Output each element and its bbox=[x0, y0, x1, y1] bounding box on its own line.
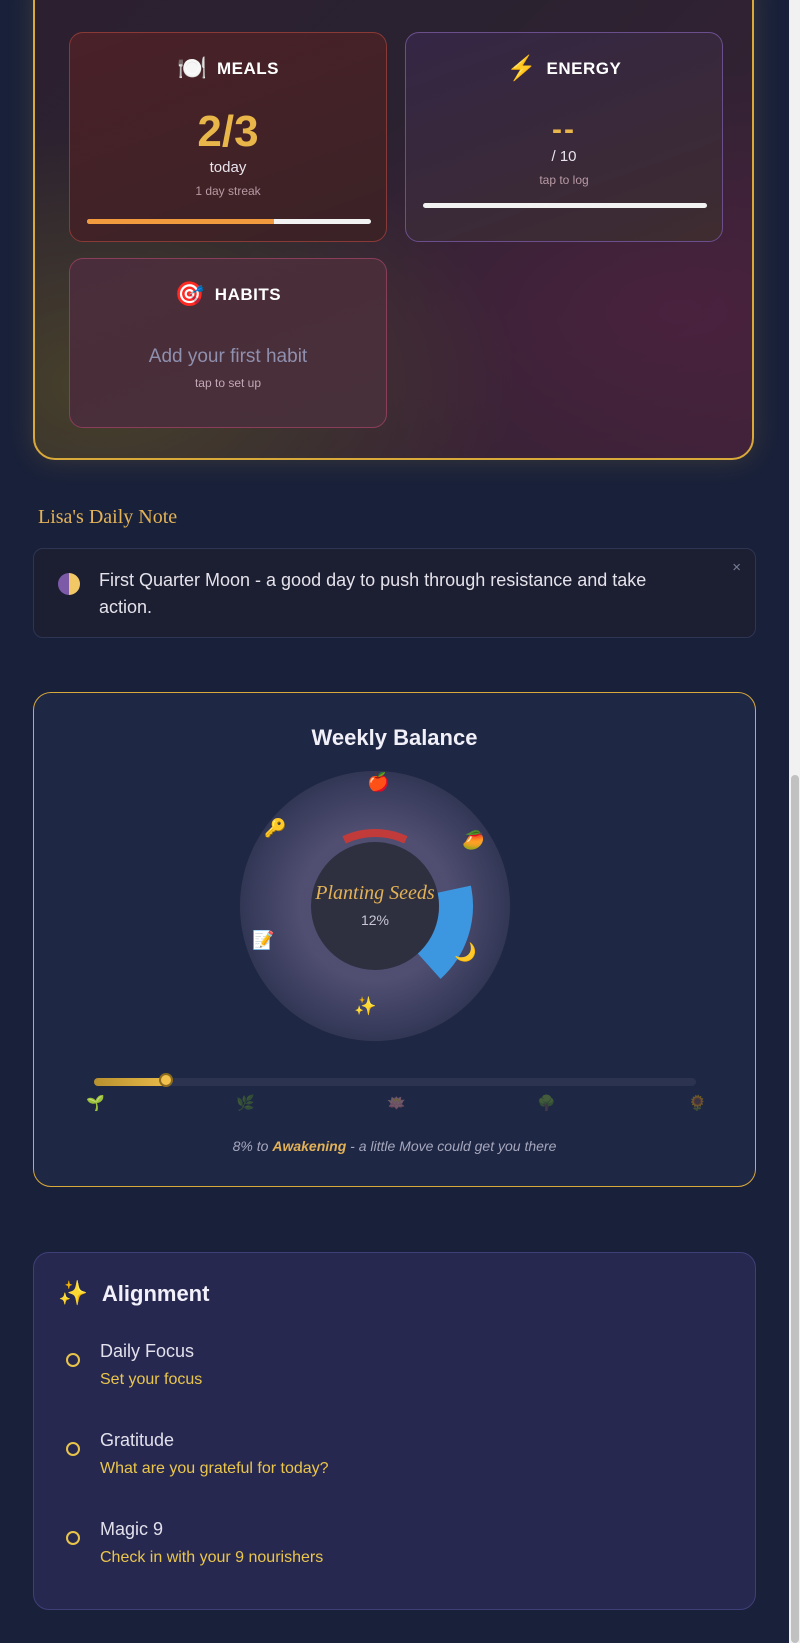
alignment-item-daily-focus[interactable]: Daily Focus Set your focus bbox=[64, 1341, 704, 1401]
wheel-segment-red bbox=[342, 829, 408, 844]
lightning-icon: ⚡ bbox=[506, 55, 537, 82]
meals-unit: today bbox=[209, 159, 247, 176]
growth-progress-fill bbox=[94, 1078, 167, 1086]
mango-icon[interactable]: 🥭 bbox=[462, 831, 484, 849]
meals-streak: 1 day streak bbox=[195, 184, 261, 198]
key-icon[interactable]: 🔑 bbox=[264, 819, 286, 837]
alignment-item-magic-9[interactable]: Magic 9 Check in with your 9 nourishers bbox=[64, 1519, 704, 1579]
sunflower-icon: 🌻 bbox=[688, 1095, 707, 1112]
phase-label: Planting Seeds bbox=[315, 882, 435, 904]
energy-scale: / 10 bbox=[551, 148, 577, 165]
close-icon[interactable]: × bbox=[732, 559, 741, 576]
alignment-item-label: Magic 9 bbox=[100, 1519, 164, 1539]
plate-icon: 🍽️ bbox=[177, 55, 207, 82]
daily-summary-panel: 🍽️ MEALS 2/3 today 1 day streak ⚡ ENERGY… bbox=[33, 0, 754, 460]
hint-prefix: 8% to bbox=[232, 1138, 273, 1154]
weekly-balance-card: Weekly Balance Planting Seeds 12% 🍎 🥭 🌙 … bbox=[33, 692, 756, 1187]
meals-tile[interactable]: 🍽️ MEALS 2/3 today 1 day streak bbox=[69, 32, 387, 242]
alignment-item-prompt: Check in with your 9 nourishers bbox=[100, 1549, 324, 1566]
meals-count: 2/3 bbox=[197, 107, 259, 156]
weekly-balance-title: Weekly Balance bbox=[311, 725, 478, 750]
checkbox-circle-icon[interactable] bbox=[66, 1531, 80, 1545]
target-icon: 🎯 bbox=[174, 281, 205, 308]
checkbox-circle-icon[interactable] bbox=[66, 1353, 80, 1367]
growth-progress-track bbox=[94, 1073, 696, 1087]
balance-wheel[interactable]: Planting Seeds 12% 🍎 🥭 🌙 ✨ 📝 🔑 bbox=[240, 771, 510, 1041]
memo-icon[interactable]: 📝 bbox=[252, 931, 274, 949]
daily-note-card: First Quarter Moon - a good day to push … bbox=[33, 548, 756, 638]
alignment-item-gratitude[interactable]: Gratitude What are you grateful for toda… bbox=[64, 1430, 704, 1490]
habits-tile[interactable]: 🎯 HABITS Add your first habit tap to set… bbox=[69, 258, 387, 428]
alignment-item-prompt: What are you grateful for today? bbox=[100, 1460, 329, 1477]
energy-title: ENERGY bbox=[546, 59, 622, 78]
sparkles-icon: ✨ bbox=[58, 1280, 88, 1307]
wheel-center: Planting Seeds 12% bbox=[311, 842, 439, 970]
habits-title: HABITS bbox=[214, 285, 282, 304]
growth-progress-knob[interactable] bbox=[159, 1073, 174, 1087]
meals-progress-bar bbox=[87, 219, 371, 224]
moon-icon[interactable]: 🌙 bbox=[454, 943, 476, 961]
energy-hint: tap to log bbox=[539, 173, 589, 187]
balance-hint: 8% to Awakening - a little Move could ge… bbox=[34, 1138, 755, 1154]
alignment-item-prompt: Set your focus bbox=[100, 1371, 203, 1388]
meals-title: MEALS bbox=[216, 59, 279, 78]
seedling-icon: 🌱 bbox=[86, 1095, 105, 1112]
energy-progress-bar bbox=[423, 203, 707, 208]
herb-icon: 🌿 bbox=[236, 1095, 255, 1112]
hint-suffix: - a little Move could get you there bbox=[346, 1138, 557, 1154]
energy-value: -- bbox=[552, 113, 576, 146]
phase-percent: 12% bbox=[360, 912, 390, 928]
moon-phase-icon bbox=[58, 573, 80, 595]
sparkle-icon[interactable]: ✨ bbox=[354, 997, 376, 1015]
habits-empty-state: Add your first habit bbox=[148, 346, 308, 367]
alignment-title: Alignment bbox=[101, 1281, 210, 1306]
daily-note-text: First Quarter Moon - a good day to push … bbox=[99, 570, 647, 617]
meals-progress-fill bbox=[87, 219, 275, 224]
daily-note-heading: Lisa's Daily Note bbox=[38, 506, 178, 528]
apple-icon[interactable]: 🍎 bbox=[367, 773, 389, 791]
hint-target: Awakening bbox=[272, 1138, 347, 1154]
alignment-item-label: Gratitude bbox=[100, 1430, 175, 1450]
checkbox-circle-icon[interactable] bbox=[66, 1442, 80, 1456]
scrollbar-thumb[interactable] bbox=[791, 775, 799, 1643]
tree-icon: 🌳 bbox=[537, 1095, 556, 1112]
energy-tile[interactable]: ⚡ ENERGY -- / 10 tap to log bbox=[405, 32, 723, 242]
alignment-card: ✨ Alignment Daily Focus Set your focus G… bbox=[33, 1252, 756, 1610]
lotus-icon: 🪷 bbox=[387, 1095, 406, 1112]
alignment-item-label: Daily Focus bbox=[100, 1341, 195, 1361]
habits-hint: tap to set up bbox=[194, 376, 262, 390]
